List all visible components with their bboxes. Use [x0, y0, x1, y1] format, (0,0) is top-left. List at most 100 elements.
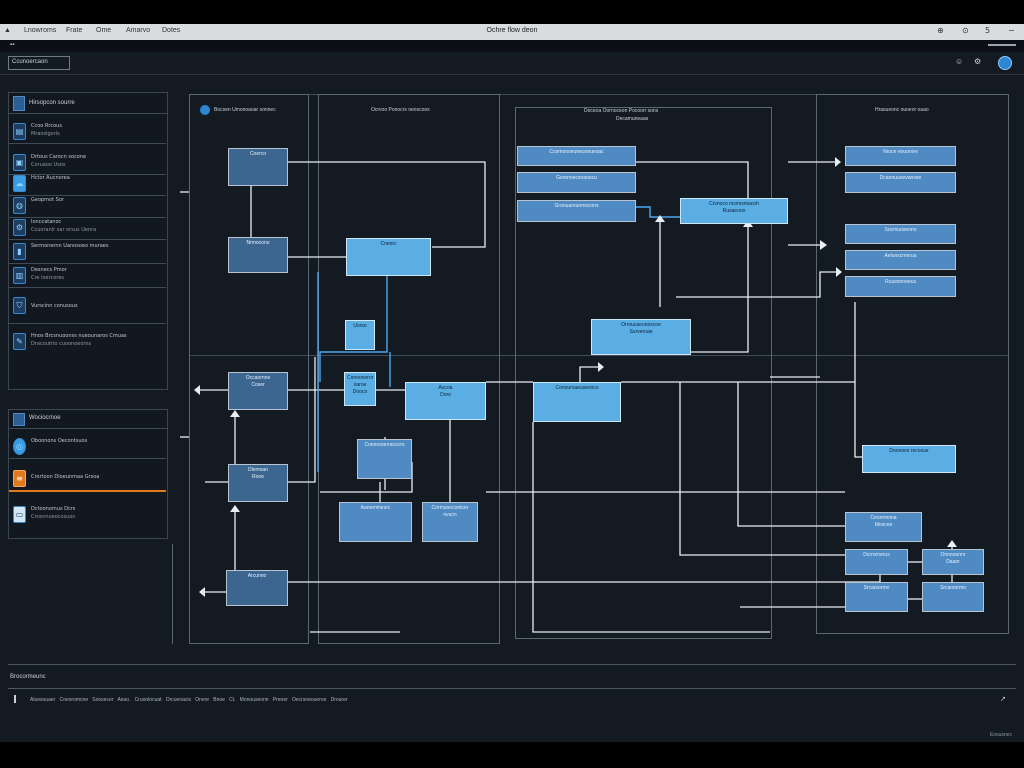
node-sublabel: Coser [251, 382, 265, 388]
node-label: Conoonoror oaroe [347, 375, 374, 388]
window-control-1[interactable]: ⊕ [937, 26, 944, 35]
arrowhead [836, 267, 842, 277]
node-label: Ceonrmona [870, 515, 897, 521]
flow-node[interactable]: Arcunno [226, 570, 288, 606]
node-label: Srcarsormo [940, 585, 966, 591]
tab-strip: ▪▪ [0, 40, 1024, 52]
flow-node[interactable]: Conoursaeusevoco [533, 382, 621, 422]
status-item: Cruonlocuat [134, 697, 162, 703]
node-label: Occaornne [245, 375, 271, 381]
flow-node[interactable]: Ascoa Doro [405, 382, 486, 420]
flow-node[interactable]: Aelunscmerua [845, 250, 956, 270]
flow-node[interactable]: Gronuareunmscons [517, 200, 636, 222]
status-item: Drourer [330, 697, 348, 703]
arrowhead [194, 385, 200, 395]
arrowheads [194, 157, 957, 597]
connector [288, 161, 486, 248]
bottom-black-bar [0, 742, 1024, 768]
connector [288, 357, 316, 483]
arrowhead [230, 410, 240, 417]
node-label: Orroucaeunoscoe [621, 322, 661, 328]
node-label: Doonoes recosue [889, 448, 929, 454]
node-label: Aelunscmerua [884, 253, 917, 259]
status-item: Orcuenacis [165, 697, 191, 703]
status-item: Preoer [272, 697, 288, 703]
node-label: Cnenrc [380, 241, 397, 247]
flow-node[interactable]: Onnoounnr Daaor [922, 549, 984, 575]
connector [676, 271, 840, 298]
node-sublabel: Rusaeuoo [722, 208, 746, 214]
connector [737, 382, 845, 527]
tab-strip-marker: ▪▪ [10, 42, 15, 48]
flow-node[interactable]: Srcarsormo [922, 582, 984, 612]
node-label: Uorso [353, 323, 367, 329]
flow-node[interactable]: Crvnoco ncomsmacoh Rusaeuoo [680, 198, 788, 224]
node-label: Arcunno [247, 573, 267, 579]
status-item: Oecrsoeoueroo [291, 697, 327, 703]
flow-node[interactable]: Dcrrornerus [845, 549, 908, 575]
bottom-panel-right-text: Eosusnec [990, 732, 1012, 738]
node-sublabel: Dooco [352, 389, 368, 395]
status-item: Soosecer [92, 697, 114, 703]
flow-node[interactable]: Cnenrc [346, 238, 431, 276]
flow-node[interactable]: Nroce eouorore [845, 146, 956, 166]
flow-node[interactable]: Uorso [345, 320, 375, 350]
app-window: ▲ Lnowroms Frate Ome Amarvo Dotes Ochre … [0, 0, 1024, 768]
status-item: Coeoromcne [59, 697, 89, 703]
window-control-3[interactable]: 5 [985, 26, 990, 35]
node-sublabel: Surveruae [629, 329, 653, 335]
flow-node[interactable]: Dcaonuuoevansee [845, 172, 956, 193]
flow-node[interactable]: Cormunecontcer nvucn [422, 502, 478, 542]
flow-node[interactable]: Srcarsormo [845, 582, 908, 612]
node-label: Geronoecsnaoocu [556, 175, 597, 181]
node-label: Gronuareunmscons [554, 203, 599, 209]
status-item: Bnoe [213, 697, 225, 703]
bottom-panel-marker [14, 695, 16, 703]
connector [854, 302, 862, 458]
bottom-status-bar: Aluesouaer Coeoromcne Soosecer Aeao. Cru… [30, 697, 348, 703]
flow-node[interactable]: Aanrenmesrc [339, 502, 412, 542]
node-label: Crvnoco ncomsmacoh [709, 201, 759, 207]
bottom-panel-divider-2 [8, 688, 1016, 689]
flow-node[interactable]: Coenrooerracocrs [357, 439, 412, 479]
node-label: Coerco [249, 151, 267, 157]
node-label: Dcrrornerus [863, 552, 890, 558]
node-label: Onnoounnr [940, 552, 966, 558]
connector [636, 206, 680, 218]
flow-node[interactable]: Ccemonoeuneuonuesac [517, 146, 636, 166]
flow-node[interactable]: Geronoecsnaoocu [517, 172, 636, 193]
node-label: Ruuesnoeeca [885, 279, 916, 285]
node-sublabel: Rooe [252, 474, 264, 480]
node-label: Coenrooerracocrs [364, 442, 405, 448]
window-control-4[interactable]: − [1008, 26, 1015, 35]
flow-node[interactable]: Orroucaeunoscoe Surveruae [591, 319, 691, 355]
status-item: Monouseonn [239, 697, 269, 703]
arrowhead [230, 505, 240, 512]
bottom-panel-divider [8, 664, 1016, 665]
connector [691, 227, 749, 353]
flow-node[interactable]: Conoonoror oaroe Dooco [344, 372, 376, 406]
status-item: Onere [195, 697, 210, 703]
arrowhead [947, 540, 957, 547]
node-sublabel: Daaor [946, 559, 960, 565]
window-title: Ochre flow deon [486, 27, 538, 34]
arrowhead [598, 362, 604, 372]
connector [679, 382, 845, 556]
node-label: Aanrenmesrc [360, 505, 391, 511]
connector [532, 422, 770, 633]
flow-node[interactable]: Doonoes recosue [862, 445, 956, 473]
connector [579, 366, 600, 382]
flow-node[interactable]: Socmuoseono [845, 224, 956, 244]
flow-node[interactable]: Dlemoan Rooe [228, 464, 288, 502]
flow-node[interactable]: Nrmocono [228, 237, 288, 273]
flow-node[interactable]: Coerco [228, 148, 288, 186]
window-control-2[interactable]: ⊙ [962, 26, 969, 35]
bottom-panel-arrow-icon[interactable]: ↗ [1000, 695, 1006, 703]
node-label: Srcarsormo [863, 585, 890, 591]
flow-node[interactable]: Occaornne Coser [228, 372, 288, 410]
top-black-bar [0, 0, 1024, 24]
node-label: Dlemoan [247, 467, 268, 473]
flow-node[interactable]: Ceonrmona Moscee [845, 512, 922, 542]
flow-node[interactable]: Ruuesnoeeca [845, 276, 956, 297]
workspace: Ccunoercaon ☺ ⚙ Hirsopcon sourre ▤ Ccoo … [0, 52, 1024, 742]
